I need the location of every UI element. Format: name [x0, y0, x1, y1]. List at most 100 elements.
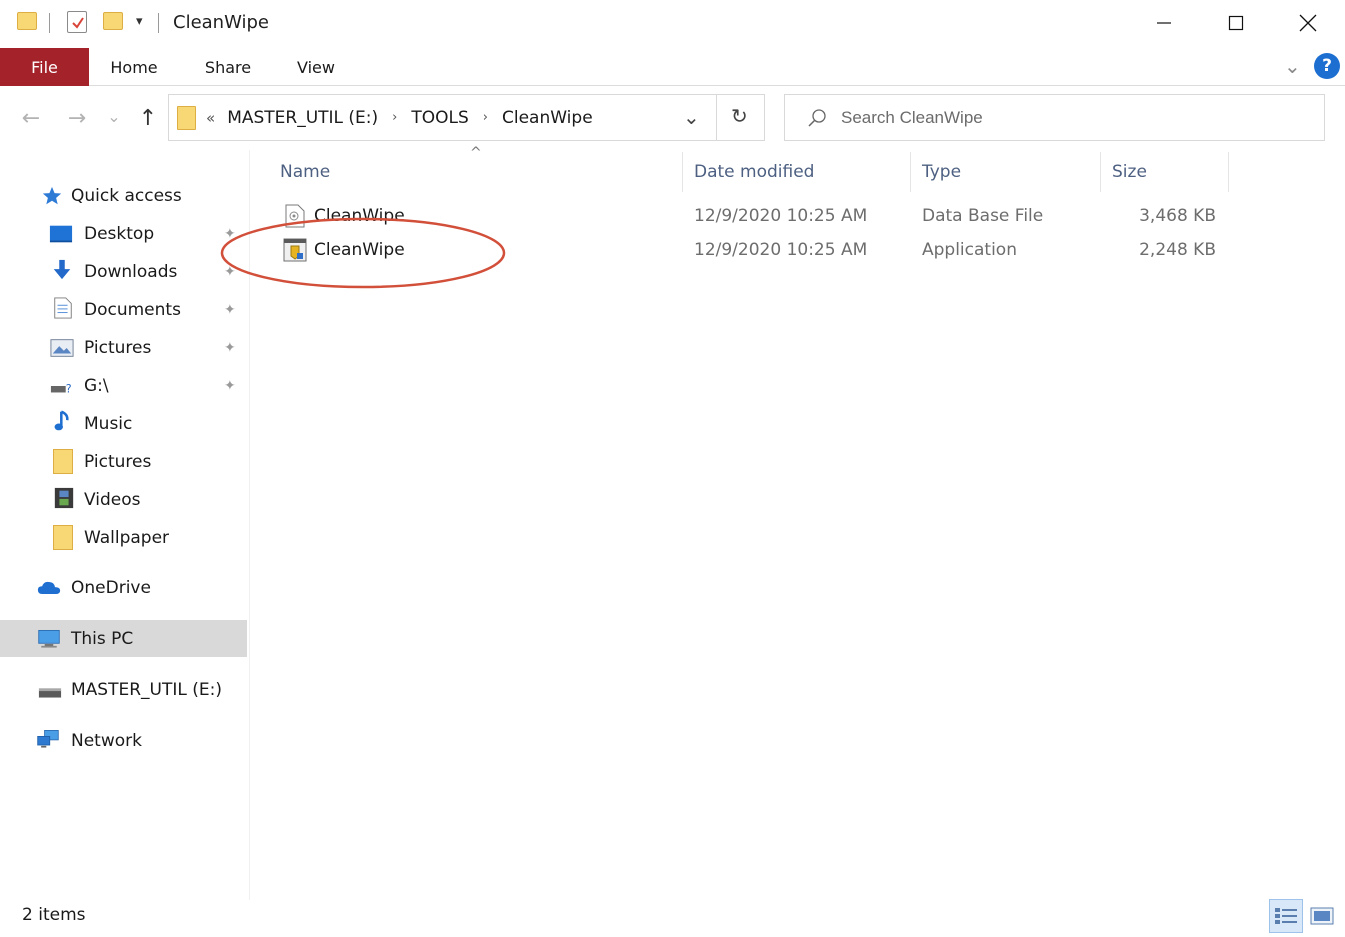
desktop-icon [49, 225, 73, 243]
downloads-icon [53, 259, 71, 280]
file-type: Data Base File [922, 206, 1044, 226]
file-date: 12/9/2020 10:25 AM [694, 206, 868, 226]
column-header-name[interactable]: Name [280, 150, 680, 194]
expand-ribbon-button[interactable]: ⌄ [1284, 54, 1301, 78]
column-header-label: Date modified [694, 162, 815, 182]
search-input[interactable] [841, 107, 1301, 128]
breadcrumb-tools[interactable]: TOOLS [411, 108, 468, 128]
sidebar-item-onedrive[interactable]: OneDrive [0, 569, 247, 606]
sidebar-item-quick-access[interactable]: Quick access [0, 177, 247, 214]
column-divider[interactable] [1228, 152, 1229, 192]
back-button[interactable]: ← [16, 104, 46, 132]
sidebar-item-pictures[interactable]: Pictures ✦ [0, 329, 247, 366]
sidebar-item-videos[interactable]: Videos [0, 481, 247, 518]
videos-icon [54, 487, 74, 509]
column-divider[interactable] [682, 152, 683, 192]
up-button[interactable]: ↑ [133, 104, 163, 132]
sidebar-item-label: Network [71, 730, 142, 751]
folder-icon [53, 449, 73, 474]
navigation-pane: Quick access Desktop ✦ Downloads ✦ Docum… [0, 150, 250, 900]
svg-text:?: ? [66, 382, 72, 395]
sidebar-item-label: Wallpaper [84, 527, 170, 548]
network-drive-icon: ? [50, 382, 72, 395]
help-button[interactable]: ? [1314, 53, 1340, 79]
column-header-type[interactable]: Type [922, 150, 1098, 194]
ribbon: File Home Share View ⌄ ? [0, 46, 1345, 86]
tab-view[interactable]: View [282, 48, 350, 86]
breadcrumb-overflow[interactable]: « [206, 109, 215, 127]
properties-icon[interactable] [67, 11, 87, 33]
breadcrumb-cleanwipe[interactable]: CleanWipe [502, 108, 593, 128]
tab-share[interactable]: Share [192, 48, 264, 86]
column-header-label: Size [1112, 162, 1147, 182]
pin-icon[interactable]: ✦ [224, 340, 236, 356]
documents-icon [54, 297, 72, 319]
file-type: Application [922, 240, 1017, 260]
window-title: CleanWipe [173, 12, 269, 33]
sidebar-item-label: Music [84, 413, 133, 434]
column-header-label: Type [922, 162, 962, 182]
tab-home[interactable]: Home [98, 48, 170, 86]
music-icon [54, 410, 69, 431]
search-icon [808, 108, 826, 127]
sidebar-item-label: Downloads [84, 261, 178, 282]
column-divider[interactable] [1100, 152, 1101, 192]
forward-button[interactable]: → [62, 104, 92, 132]
column-header-label: Name [280, 162, 331, 182]
sidebar-item-label: G:\ [84, 375, 109, 396]
column-header-date[interactable]: Date modified [694, 150, 908, 194]
details-view-icon [1275, 908, 1297, 924]
sidebar-item-g-drive[interactable]: ? G:\ ✦ [0, 367, 247, 404]
file-size: 2,248 KB [1139, 240, 1216, 260]
sidebar-item-label: MASTER_UTIL (E:) [71, 679, 222, 700]
customize-toolbar-button[interactable]: ▾ [136, 14, 143, 29]
file-date: 12/9/2020 10:25 AM [694, 240, 868, 260]
large-icons-view-button[interactable] [1305, 899, 1339, 933]
maximize-icon [1228, 15, 1244, 31]
details-view-button[interactable] [1269, 899, 1303, 933]
close-button[interactable] [1285, 0, 1331, 46]
cloud-icon [37, 581, 61, 594]
sidebar-item-documents[interactable]: Documents ✦ [0, 291, 247, 328]
search-box[interactable] [784, 94, 1325, 141]
breadcrumb-separator[interactable]: › [483, 110, 488, 125]
column-header-size[interactable]: Size [1112, 150, 1226, 194]
sidebar-item-wallpaper[interactable]: Wallpaper [0, 519, 247, 556]
tab-file[interactable]: File [0, 48, 89, 86]
sidebar-item-music[interactable]: Music [0, 405, 247, 442]
recent-locations-button[interactable]: ⌄ [104, 104, 124, 128]
file-size: 3,468 KB [1139, 206, 1216, 226]
sidebar-item-desktop[interactable]: Desktop ✦ [0, 215, 247, 252]
highlight-circle [220, 217, 506, 289]
pin-icon[interactable]: ✦ [224, 378, 236, 394]
breadcrumb-drive[interactable]: MASTER_UTIL (E:) [227, 108, 378, 128]
refresh-button[interactable]: ↻ [731, 104, 748, 128]
folder-icon [17, 12, 37, 30]
sidebar-item-label: Documents [84, 299, 181, 320]
address-bar[interactable]: « MASTER_UTIL (E:) › TOOLS › CleanWipe ⌄… [168, 94, 765, 141]
divider [49, 13, 50, 33]
network-icon [37, 730, 59, 748]
sidebar-item-downloads[interactable]: Downloads ✦ [0, 253, 247, 290]
maximize-button[interactable] [1213, 0, 1259, 46]
large-icons-view-icon [1310, 907, 1334, 925]
sidebar-item-label: Desktop [84, 223, 155, 244]
sidebar-item-master-util[interactable]: MASTER_UTIL (E:) [0, 671, 247, 708]
new-folder-icon[interactable] [103, 12, 123, 30]
sidebar-item-label: This PC [71, 628, 134, 649]
minimize-button[interactable] [1141, 0, 1187, 46]
breadcrumb-separator[interactable]: › [392, 110, 397, 125]
divider [158, 13, 159, 33]
sidebar-item-label: OneDrive [71, 577, 151, 598]
column-divider[interactable] [910, 152, 911, 192]
address-dropdown-button[interactable]: ⌄ [683, 105, 700, 129]
sidebar-item-pictures-folder[interactable]: Pictures [0, 443, 247, 480]
title-bar: ▾ CleanWipe [0, 0, 1345, 46]
drive-icon [38, 688, 62, 698]
star-icon [42, 186, 62, 205]
pin-icon[interactable]: ✦ [224, 302, 236, 318]
computer-icon [38, 630, 60, 648]
sidebar-item-network[interactable]: Network [0, 722, 247, 759]
sidebar-item-this-pc[interactable]: This PC [0, 620, 247, 657]
sidebar-item-label: Pictures [84, 337, 152, 358]
